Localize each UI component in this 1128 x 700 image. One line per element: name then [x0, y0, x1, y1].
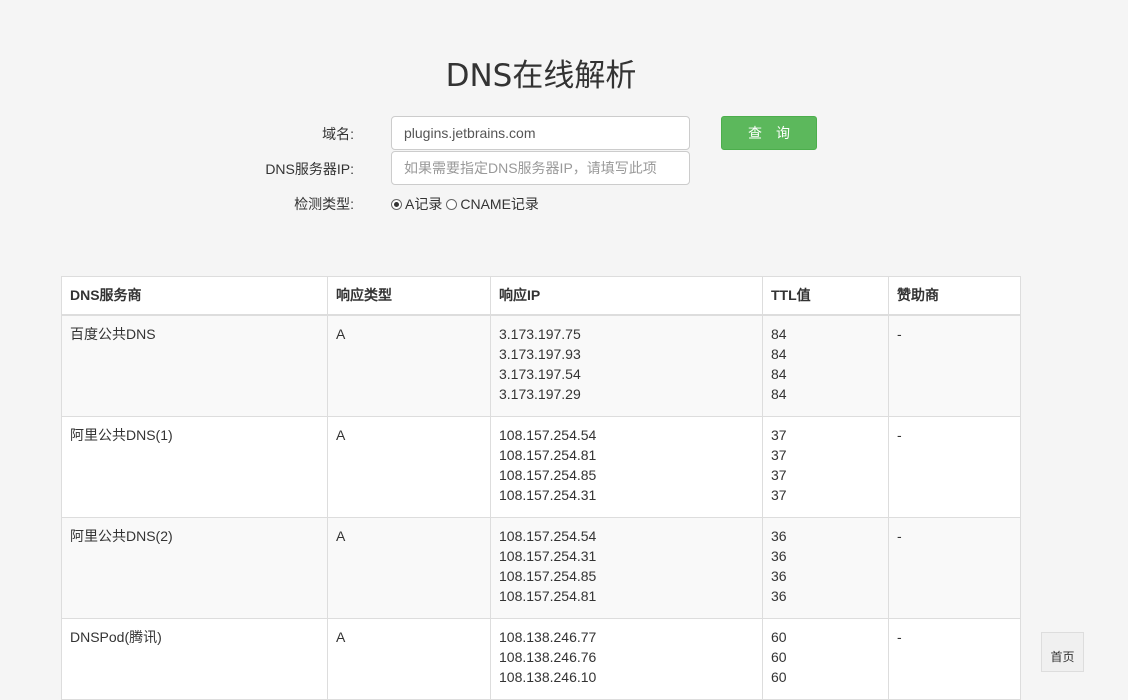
ip-value: 108.157.254.31	[499, 548, 597, 564]
table-row: 阿里公共DNS(2) A 108.157.254.54 108.157.254.31 1…	[61, 517, 1021, 619]
ttl-value: 36	[771, 568, 787, 584]
ip-value: 108.138.246.76	[499, 649, 597, 665]
header-sponsor: 赞助商	[888, 276, 1021, 316]
ip-value: 108.157.254.54	[499, 528, 597, 544]
type-option-cname[interactable]: CNAME记录	[446, 194, 539, 214]
cell-sponsor: -	[888, 517, 1021, 619]
domain-input[interactable]	[391, 116, 690, 150]
ttl-value: 36	[771, 528, 787, 544]
cell-type: A	[327, 618, 491, 700]
ttl-value: 84	[771, 326, 787, 342]
type-option-a-label: A记录	[405, 196, 443, 212]
ip-value: 108.157.254.81	[499, 588, 597, 604]
cell-sponsor: -	[888, 416, 1021, 518]
cell-provider: 阿里公共DNS(2)	[61, 517, 328, 619]
type-option-cname-label: CNAME记录	[460, 196, 539, 212]
domain-label: 域名:	[322, 126, 354, 142]
cell-provider: 百度公共DNS	[61, 314, 328, 417]
cell-sponsor: -	[888, 618, 1021, 700]
cell-ips: 108.138.246.77 108.138.246.76 108.138.246.…	[490, 618, 763, 700]
ip-value: 108.138.246.10	[499, 669, 597, 685]
cell-provider: 阿里公共DNS(1)	[61, 416, 328, 518]
cell-ttls: 60 60 60	[762, 618, 889, 700]
ip-value: 108.157.254.85	[499, 467, 597, 483]
ttl-value: 84	[771, 346, 787, 362]
ttl-value: 84	[771, 366, 787, 382]
query-button[interactable]: 查询	[721, 116, 817, 150]
ip-value: 108.157.254.31	[499, 487, 597, 503]
ttl-value: 60	[771, 629, 787, 645]
cell-ips: 108.157.254.54 108.157.254.81 108.157.254.…	[490, 416, 763, 518]
ip-value: 3.173.197.93	[499, 346, 581, 362]
header-type: 响应类型	[327, 276, 491, 316]
header-provider: DNS服务商	[61, 276, 328, 316]
ttl-value: 37	[771, 447, 787, 463]
cell-type: A	[327, 517, 491, 619]
ttl-value: 36	[771, 588, 787, 604]
ttl-value: 60	[771, 649, 787, 665]
dns-server-input[interactable]	[391, 151, 690, 185]
table-header-row: DNS服务商 响应类型 响应IP TTL值 赞助商	[61, 276, 1021, 316]
type-option-a[interactable]: A记录	[391, 194, 442, 214]
header-ttl: TTL值	[762, 276, 889, 316]
ttl-value: 60	[771, 669, 787, 685]
cell-provider: DNSPod(腾讯)	[61, 618, 328, 700]
ip-value: 108.157.254.81	[499, 447, 597, 463]
radio-cname[interactable]	[446, 198, 458, 210]
ip-value: 108.157.254.54	[499, 427, 597, 443]
table-row: 百度公共DNS A 3.173.197.75 3.173.197.93 3.173.19…	[61, 314, 1021, 417]
ip-value: 3.173.197.29	[499, 386, 581, 402]
home-button[interactable]: 首页	[1041, 632, 1084, 672]
type-label: 检测类型:	[294, 196, 354, 212]
ip-value: 3.173.197.75	[499, 326, 581, 342]
dns-server-label: DNS服务器IP:	[265, 161, 354, 177]
type-radio-group: A记录 CNAME记录	[391, 194, 543, 214]
ttl-value: 37	[771, 427, 787, 443]
ttl-value: 84	[771, 386, 787, 402]
cell-ttls: 36 36 36 36	[762, 517, 889, 619]
ttl-value: 37	[771, 487, 787, 503]
cell-ttls: 37 37 37 37	[762, 416, 889, 518]
cell-ips: 3.173.197.75 3.173.197.93 3.173.197.54 3.17…	[490, 314, 763, 417]
cell-ttls: 84 84 84 84	[762, 314, 889, 417]
results-table: DNS服务商 响应类型 响应IP TTL值 赞助商 百度公共DNS A 3.173.…	[61, 276, 1021, 700]
header-ip: 响应IP	[490, 276, 763, 316]
ttl-value: 37	[771, 467, 787, 483]
ip-value: 108.157.254.85	[499, 568, 597, 584]
radio-a[interactable]	[391, 198, 402, 210]
cell-type: A	[327, 314, 491, 417]
ip-value: 108.138.246.77	[499, 629, 597, 645]
cell-sponsor: -	[888, 314, 1021, 417]
table-row: 阿里公共DNS(1) A 108.157.254.54 108.157.254.81 1…	[61, 416, 1021, 518]
cell-ips: 108.157.254.54 108.157.254.31 108.157.254.…	[490, 517, 763, 619]
ttl-value: 36	[771, 548, 787, 564]
ip-value: 3.173.197.54	[499, 366, 581, 382]
page-title: DNS在线解析	[445, 58, 637, 94]
table-row: DNSPod(腾讯) A 108.138.246.77 108.138.246.76 1…	[61, 618, 1021, 700]
cell-type: A	[327, 416, 491, 518]
